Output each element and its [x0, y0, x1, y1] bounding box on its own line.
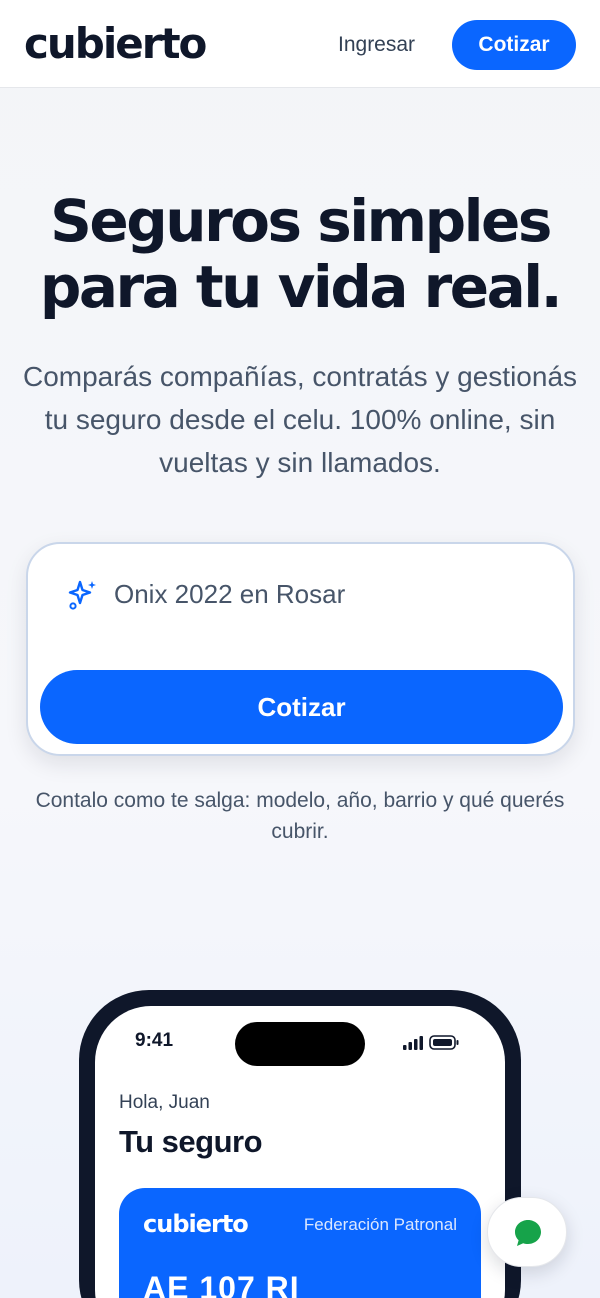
screen-title: Tu seguro [119, 1124, 263, 1159]
hero-subtitle: Comparás compañías, contratás y gestioná… [22, 361, 578, 478]
dynamic-island [235, 1022, 365, 1066]
quote-nav-button[interactable]: Cotizar [452, 20, 576, 70]
chat-bubble-icon [513, 1218, 543, 1248]
phone-mockup: 9:41 Hola, Juan Tu seguro cubierto Feder… [79, 990, 521, 1298]
chat-button[interactable] [487, 1197, 567, 1267]
quote-hint: Contalo como te salga: modelo, año, barr… [35, 789, 565, 843]
card-logo: cubierto [143, 1210, 249, 1238]
license-plate: AE 107 RI [143, 1270, 300, 1298]
policy-card[interactable]: cubierto Federación Patronal AE 107 RI [119, 1188, 481, 1298]
greeting-text: Hola, Juan [119, 1092, 210, 1113]
signal-battery-icon [403, 1034, 463, 1050]
login-link[interactable]: Ingresar [338, 30, 415, 60]
status-time: 9:41 [135, 1030, 174, 1051]
quote-card: Cotizar [26, 542, 575, 756]
sparkle-icon [66, 578, 100, 612]
quote-submit-button[interactable]: Cotizar [40, 670, 563, 744]
brand-logo[interactable]: cubierto [24, 20, 207, 68]
hero-title: Seguros simples para tu vida real. [39, 187, 563, 321]
insurer-name: Federación Patronal [303, 1215, 457, 1234]
top-nav: cubierto Ingresar Cotizar [0, 0, 600, 88]
quote-input[interactable] [114, 574, 544, 614]
phone-screen: 9:41 Hola, Juan Tu seguro cubierto Feder… [95, 1006, 505, 1298]
